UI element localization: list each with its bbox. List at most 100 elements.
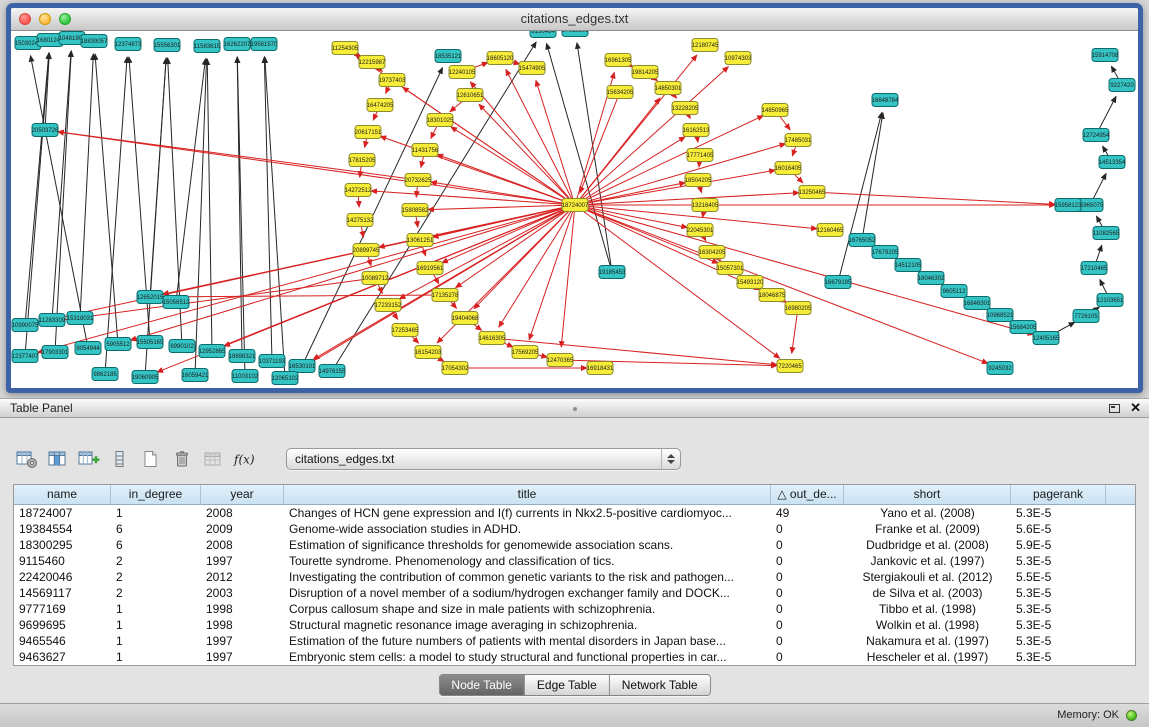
graph-node[interactable]: 16919561	[417, 262, 444, 275]
graph-node[interactable]: 16530101	[289, 360, 316, 373]
row-icon[interactable]	[107, 447, 133, 471]
graph-node[interactable]: 19185453	[599, 266, 626, 279]
column-header-title[interactable]: title	[284, 485, 771, 505]
graph-node[interactable]: 12724954	[1083, 129, 1110, 142]
graph-node[interactable]: 11583615	[194, 40, 221, 53]
graph-node[interactable]: 5905512	[105, 338, 131, 351]
graph-node[interactable]: 12180745	[692, 39, 719, 52]
graph-node[interactable]: 16648784	[872, 94, 899, 107]
table-selector-dropdown[interactable]: citations_edges.txt	[286, 448, 681, 470]
graph-node[interactable]: 9245032	[987, 362, 1013, 375]
graph-node[interactable]: 11082565	[1093, 227, 1120, 240]
graph-node[interactable]: 17485031	[785, 134, 812, 147]
graph-node[interactable]: 9862185	[92, 368, 118, 381]
graph-node[interactable]: 12470365	[547, 354, 574, 367]
graph-node[interactable]: 18046875	[759, 289, 786, 302]
splitter-handle[interactable]	[573, 407, 577, 411]
close-window-button[interactable]	[19, 13, 31, 25]
table-row[interactable]: 946554611997Estimation of the future num…	[14, 633, 1135, 649]
graph-node[interactable]: 17233152	[375, 299, 402, 312]
graph-node[interactable]: 11431756	[412, 144, 439, 157]
graph-node[interactable]: 10968521	[987, 309, 1014, 322]
table-row[interactable]: 969969511998Structural magnetic resonanc…	[14, 617, 1135, 633]
graph-node[interactable]: 20732625	[405, 174, 432, 187]
graph-node[interactable]: 16980205	[785, 302, 812, 315]
graph-node[interactable]: 15505165	[137, 336, 164, 349]
graph-node[interactable]: 15684205	[1010, 321, 1037, 334]
tab-network-table[interactable]: Network Table	[610, 675, 710, 695]
graph-node[interactable]: 16016405	[775, 162, 802, 175]
graph-node[interactable]: 14512105	[895, 259, 922, 272]
graph-node[interactable]: 10974303	[725, 52, 752, 65]
table-row[interactable]: 977716911998Corpus callosum shape and si…	[14, 601, 1135, 617]
graph-node[interactable]: 17015301	[562, 31, 589, 37]
graph-node[interactable]: 15914708	[1092, 49, 1119, 62]
graph-node[interactable]: 14850965	[762, 104, 789, 117]
graph-node[interactable]: 17210465	[1081, 262, 1108, 275]
graph-node[interactable]: 19814205	[632, 66, 659, 79]
graph-node[interactable]: 16961305	[605, 54, 632, 67]
table-settings-icon[interactable]	[14, 447, 40, 471]
graph-node[interactable]: 17569205	[512, 346, 539, 359]
graph-node[interactable]: 20503726	[32, 124, 59, 137]
graph-node[interactable]: 16162513	[683, 124, 710, 137]
network-canvas[interactable]: 1503024216801246104819091883905712374873…	[11, 31, 1138, 388]
graph-node[interactable]: 12103651	[1097, 294, 1124, 307]
graph-node[interactable]: 15057301	[717, 262, 744, 275]
graph-node[interactable]: 11003102	[232, 370, 259, 383]
graph-node[interactable]: 17135278	[432, 289, 459, 302]
graph-node[interactable]: 12652015	[137, 291, 164, 304]
graph-node[interactable]: 19404068	[452, 312, 479, 325]
graph-node[interactable]: 9054944	[75, 342, 101, 355]
graph-node[interactable]: 10990075	[12, 319, 39, 332]
graph-node[interactable]: 11254305	[332, 42, 359, 55]
graph-node[interactable]: 14272512	[345, 184, 372, 197]
graph-node[interactable]: 15808582	[402, 204, 429, 217]
graph-node[interactable]: 13216405	[692, 199, 719, 212]
graph-node[interactable]: 18301025	[427, 114, 454, 127]
graph-node[interactable]: 20899745	[353, 244, 380, 257]
graph-node[interactable]: 17054302	[442, 362, 469, 375]
function-builder-icon[interactable]: f(x)	[231, 447, 257, 471]
new-document-icon[interactable]	[138, 447, 164, 471]
graph-node[interactable]: 15056512	[163, 296, 190, 309]
table-row[interactable]: 2242004622012Investigating the contribut…	[14, 569, 1135, 585]
graph-node[interactable]: 22045301	[687, 224, 714, 237]
graph-node[interactable]: 12065102	[272, 372, 299, 385]
graph-node[interactable]: 14616305	[479, 332, 506, 345]
graph-node[interactable]: 13250465	[799, 186, 826, 199]
minimize-window-button[interactable]	[39, 13, 51, 25]
graph-node[interactable]: 15634205	[607, 86, 634, 99]
graph-node[interactable]: 14275132	[347, 214, 374, 227]
graph-node[interactable]: 19737403	[379, 74, 406, 87]
graph-node[interactable]: 12160465	[817, 224, 844, 237]
tab-node-table[interactable]: Node Table	[439, 675, 525, 695]
graph-node[interactable]: 18046302	[918, 272, 945, 285]
graph-node[interactable]: 17253465	[392, 324, 419, 337]
graph-node[interactable]: 18535121	[435, 50, 462, 63]
graph-node[interactable]: 7726105	[1073, 310, 1099, 323]
graph-node[interactable]: 16846301	[964, 297, 991, 310]
select-columns-icon[interactable]	[45, 447, 71, 471]
graph-node[interactable]: 15493120	[737, 276, 764, 289]
table-row[interactable]: 946362711997Embryonic stem cells: a mode…	[14, 649, 1135, 665]
graph-node[interactable]: 20617151	[355, 126, 382, 139]
graph-node[interactable]: 12240105	[449, 66, 476, 79]
zoom-window-button[interactable]	[59, 13, 71, 25]
graph-node[interactable]: 15958123	[1055, 199, 1082, 212]
graph-node[interactable]: 16679195	[825, 276, 852, 289]
table-row[interactable]: 1938455462009Genome-wide association stu…	[14, 521, 1135, 537]
graph-node[interactable]: 12215987	[359, 56, 386, 69]
graph-node[interactable]: 8130464	[530, 31, 556, 38]
float-panel-icon[interactable]	[1109, 404, 1120, 413]
graph-node[interactable]: 19060905	[132, 371, 159, 384]
import-table-icon[interactable]	[200, 447, 226, 471]
column-header-name[interactable]: name	[14, 485, 111, 505]
graph-node[interactable]: 16765052	[849, 234, 876, 247]
table-row[interactable]: 1456911722003Disruption of a novel membe…	[14, 585, 1135, 601]
graph-node[interactable]: 17903301	[42, 346, 69, 359]
graph-node[interactable]: 15318031	[67, 312, 94, 325]
graph-node[interactable]: 12377407	[12, 350, 39, 363]
column-header-pagerank[interactable]: pagerank	[1011, 485, 1106, 505]
graph-node[interactable]: 14513354	[1099, 156, 1126, 169]
